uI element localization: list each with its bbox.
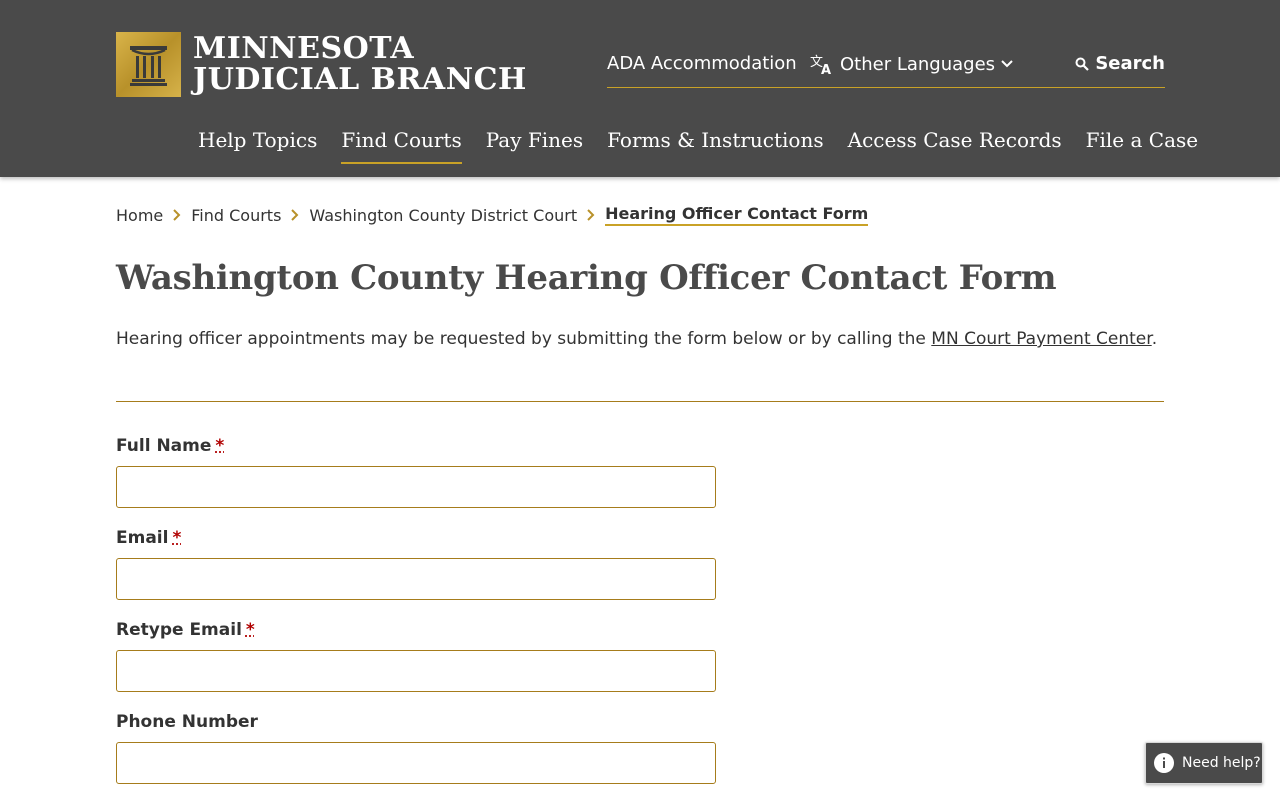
nav-access-case-records[interactable]: Access Case Records: [848, 128, 1062, 164]
site-header: MINNESOTA JUDICIAL BRANCH ADA Accommodat…: [0, 0, 1280, 177]
other-languages-label: Other Languages: [840, 53, 996, 75]
site-logo-text[interactable]: MINNESOTA JUDICIAL BRANCH: [193, 33, 527, 95]
nav-file-a-case[interactable]: File a Case: [1086, 128, 1198, 164]
page-title: Washington County Hearing Officer Contac…: [116, 258, 1057, 298]
breadcrumb: Home Find Courts Washington County Distr…: [116, 204, 869, 226]
full-name-input[interactable]: [116, 466, 716, 508]
required-marker: *: [172, 528, 182, 548]
need-help-label: Need help?: [1182, 755, 1261, 771]
svg-text:A: A: [821, 63, 831, 75]
chevron-down-icon: [1001, 60, 1013, 68]
phone-number-label: Phone Number: [116, 712, 258, 732]
search-icon: [1075, 57, 1090, 71]
required-marker: *: [245, 620, 255, 640]
utility-bar: ADA Accommodation 文 A Other Languages Se…: [607, 51, 1165, 88]
chevron-right-icon: [291, 209, 299, 221]
search-button[interactable]: Search: [1075, 53, 1165, 74]
mn-court-payment-center-link[interactable]: MN Court Payment Center: [931, 329, 1151, 349]
email-input[interactable]: [116, 558, 716, 600]
retype-email-input[interactable]: [116, 650, 716, 692]
intro-text: Hearing officer appointments may be requ…: [116, 329, 1157, 349]
intro-end: .: [1151, 329, 1158, 349]
retype-email-label: Retype Email *: [116, 620, 255, 640]
breadcrumb-washington-county[interactable]: Washington County District Court: [309, 206, 577, 225]
full-name-label-text: Full Name: [116, 436, 212, 456]
need-help-button[interactable]: Need help?: [1145, 742, 1263, 784]
breadcrumb-find-courts[interactable]: Find Courts: [191, 206, 281, 225]
ada-accommodation-link[interactable]: ADA Accommodation: [607, 53, 797, 74]
breadcrumb-home[interactable]: Home: [116, 206, 163, 225]
main-navigation: Help Topics Find Courts Pay Fines Forms …: [198, 128, 1222, 164]
court-pillar-logo-icon[interactable]: [116, 32, 181, 97]
breadcrumb-current-page: Hearing Officer Contact Form: [605, 204, 869, 226]
translate-icon: 文 A: [810, 53, 834, 75]
email-label: Email *: [116, 528, 181, 548]
logo-line-2: JUDICIAL BRANCH: [193, 62, 527, 97]
nav-pay-fines[interactable]: Pay Fines: [486, 128, 583, 164]
intro-body: Hearing officer appointments may be requ…: [116, 329, 932, 349]
email-label-text: Email: [116, 528, 169, 548]
logo-line-1: MINNESOTA: [193, 31, 415, 66]
nav-forms-instructions[interactable]: Forms & Instructions: [607, 128, 823, 164]
other-languages-dropdown[interactable]: 文 A Other Languages: [810, 53, 1013, 75]
search-label: Search: [1095, 53, 1165, 74]
retype-email-label-text: Retype Email: [116, 620, 242, 640]
chevron-right-icon: [173, 209, 181, 221]
phone-number-label-text: Phone Number: [116, 712, 258, 732]
section-divider: [116, 401, 1164, 402]
info-icon: [1154, 753, 1174, 773]
full-name-label: Full Name *: [116, 436, 224, 456]
chevron-right-icon: [587, 209, 595, 221]
nav-find-courts[interactable]: Find Courts: [341, 128, 462, 164]
required-marker: *: [215, 436, 225, 456]
phone-number-input[interactable]: [116, 742, 716, 784]
nav-help-topics[interactable]: Help Topics: [198, 128, 317, 164]
